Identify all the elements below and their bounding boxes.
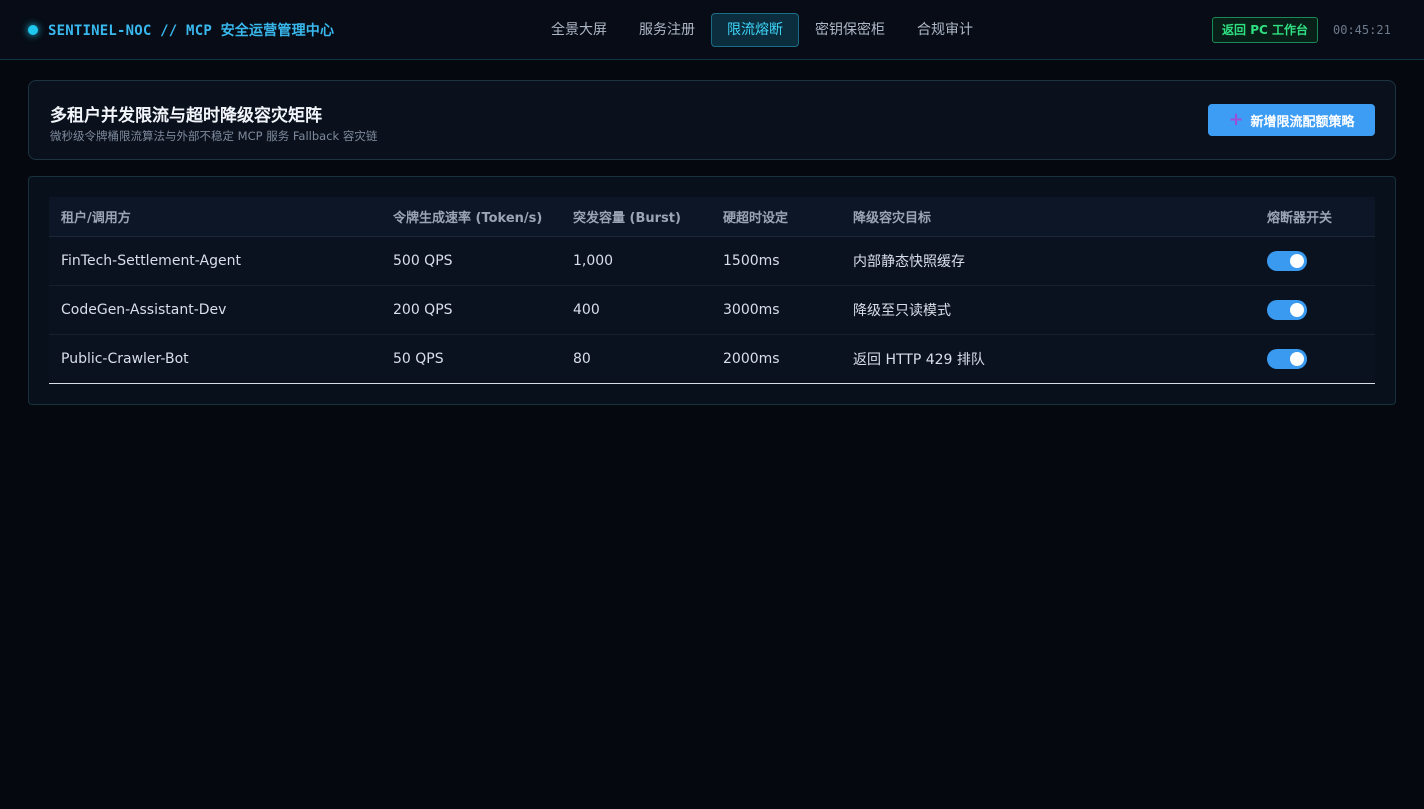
breaker-cell: [1267, 286, 1307, 334]
plus-icon: +: [1228, 109, 1244, 130]
rate-cell: 50 QPS: [393, 351, 444, 367]
tab-key-vault[interactable]: 密钥保密柜: [799, 13, 901, 47]
timeout-cell: 1500ms: [723, 253, 780, 269]
timeout-cell: 3000ms: [723, 302, 780, 318]
fallback-cell: 降级至只读模式: [853, 303, 951, 319]
breaker-toggle[interactable]: [1267, 349, 1307, 369]
add-quota-policy-label: 新增限流配额策略: [1250, 114, 1355, 130]
table-row: Public-Crawler-Bot 50 QPS 80 2000ms 返回 H…: [49, 335, 1375, 384]
top-bar: SENTINEL-NOC // MCP 安全运营管理中心 全景大屏 服务注册 限…: [0, 0, 1424, 60]
rate-cell: 200 QPS: [393, 302, 453, 318]
back-to-pc-button[interactable]: 返回 PC 工作台: [1212, 17, 1318, 43]
table-row: FinTech-Settlement-Agent 500 QPS 1,000 1…: [49, 237, 1375, 286]
burst-cell: 400: [573, 302, 600, 318]
table-row: CodeGen-Assistant-Dev 200 QPS 400 3000ms…: [49, 286, 1375, 335]
brand: SENTINEL-NOC // MCP 安全运营管理中心: [28, 0, 334, 60]
column-header-rate: 令牌生成速率 (Token/s): [393, 211, 543, 226]
header-panel: 多租户并发限流与超时降级容灾矩阵 微秒级令牌桶限流算法与外部不稳定 MCP 服务…: [28, 80, 1396, 160]
main-nav: 全景大屏 服务注册 限流熔断 密钥保密柜 合规审计: [535, 13, 989, 47]
add-quota-policy-button[interactable]: + 新增限流配额策略: [1208, 104, 1375, 136]
tab-overview[interactable]: 全景大屏: [535, 13, 623, 47]
breaker-toggle[interactable]: [1267, 300, 1307, 320]
column-header-tenant: 租户/调用方: [61, 211, 131, 226]
fallback-cell: 返回 HTTP 429 排队: [853, 352, 985, 368]
table-header-row: 租户/调用方 令牌生成速率 (Token/s) 突发容量 (Burst) 硬超时…: [49, 197, 1375, 237]
breaker-cell: [1267, 335, 1307, 383]
page-title: 多租户并发限流与超时降级容灾矩阵: [50, 106, 322, 126]
breaker-toggle[interactable]: [1267, 251, 1307, 271]
status-dot-icon: [28, 25, 38, 35]
column-header-breaker: 熔断器开关: [1267, 211, 1333, 226]
tenant-cell: CodeGen-Assistant-Dev: [61, 302, 227, 318]
policy-table-panel: 租户/调用方 令牌生成速率 (Token/s) 突发容量 (Burst) 硬超时…: [28, 176, 1396, 405]
timeout-cell: 2000ms: [723, 351, 780, 367]
rate-cell: 500 QPS: [393, 253, 453, 269]
clock: 00:45:21: [1333, 23, 1391, 37]
tenant-cell: FinTech-Settlement-Agent: [61, 253, 241, 269]
burst-cell: 80: [573, 351, 591, 367]
column-header-fallback: 降级容灾目标: [853, 211, 932, 226]
toggle-knob: [1290, 352, 1304, 366]
tenant-cell: Public-Crawler-Bot: [61, 351, 189, 367]
toggle-knob: [1290, 254, 1304, 268]
tab-compliance-audit[interactable]: 合规审计: [901, 13, 989, 47]
column-header-burst: 突发容量 (Burst): [573, 211, 681, 226]
burst-cell: 1,000: [573, 253, 614, 269]
column-header-timeout: 硬超时设定: [723, 211, 789, 226]
breaker-cell: [1267, 237, 1307, 285]
policy-table: 租户/调用方 令牌生成速率 (Token/s) 突发容量 (Burst) 硬超时…: [49, 197, 1375, 384]
tab-rate-limit-breaker[interactable]: 限流熔断: [711, 13, 799, 47]
tab-service-registry[interactable]: 服务注册: [623, 13, 711, 47]
toggle-knob: [1290, 303, 1304, 317]
app-title: SENTINEL-NOC // MCP 安全运营管理中心: [48, 23, 335, 39]
page-subtitle: 微秒级令牌桶限流算法与外部不稳定 MCP 服务 Fallback 容灾链: [50, 129, 378, 143]
fallback-cell: 内部静态快照缓存: [853, 254, 965, 270]
